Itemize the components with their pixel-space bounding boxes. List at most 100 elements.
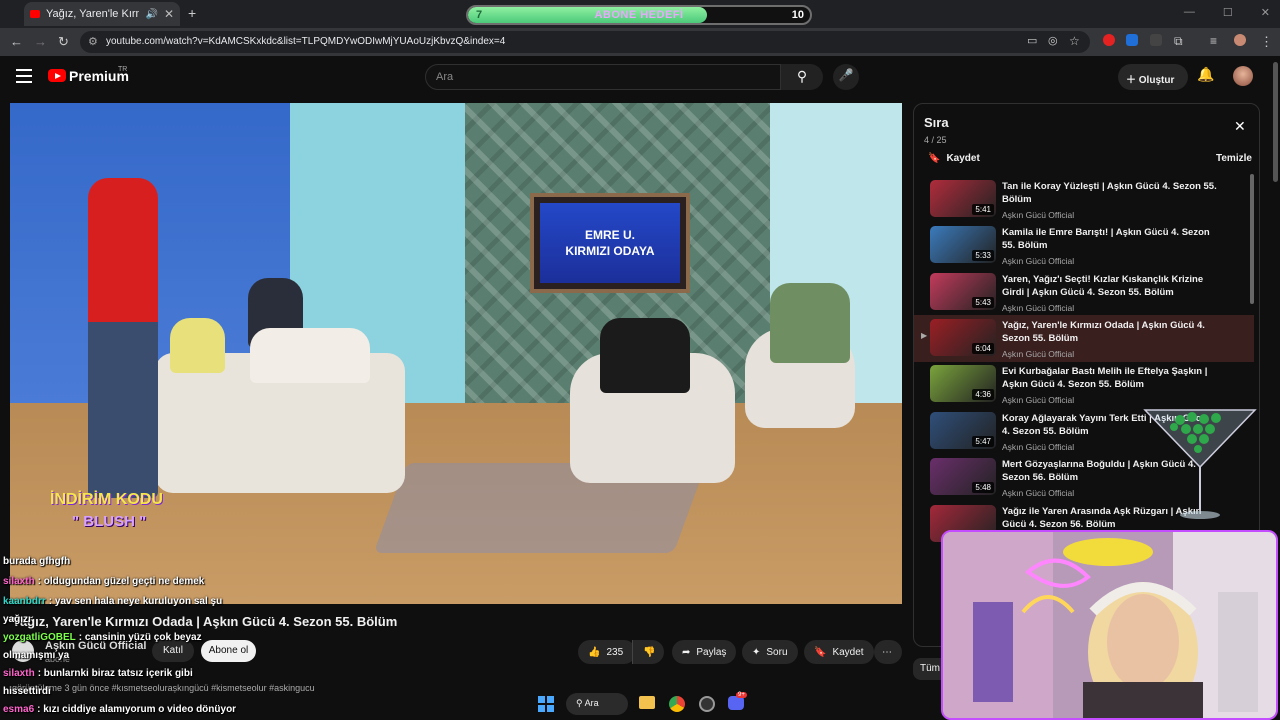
queue-save-button[interactable]: 🔖 Kaydet	[928, 153, 980, 164]
extension-dark-icon[interactable]	[1150, 34, 1162, 46]
extension-red-icon[interactable]	[1103, 34, 1115, 46]
webcam-scene	[943, 532, 1276, 718]
chrome-icon[interactable]	[669, 696, 685, 712]
maximize-icon[interactable]: ☐	[1223, 6, 1233, 19]
discord-icon[interactable]	[728, 696, 744, 710]
martini-overlay-icon	[1143, 409, 1257, 519]
chat-username: yozgatliGOBEL	[3, 632, 76, 643]
scene-person-white	[250, 328, 370, 383]
bookmark-icon: 🔖	[928, 153, 941, 164]
queue-item-duration: 5:43	[972, 297, 994, 308]
queue-item-thumbnail[interactable]: 5:43	[930, 273, 996, 310]
tv-text-line1: EMRE U.	[584, 228, 635, 242]
address-bar[interactable]: ⚙ youtube.com/watch?v=KdAMCSKxkdc&list=T…	[80, 31, 1090, 53]
queue-item-title[interactable]: Yağız, Yaren'le Kırmızı Odada | Aşkın Gü…	[1002, 319, 1217, 345]
chat-text: : cansinin yüzü çok beyaz	[78, 632, 202, 643]
queue-item-thumbnail[interactable]: 5:47	[930, 412, 996, 449]
save-button[interactable]: 🔖 Kaydet	[804, 640, 874, 664]
queue-item-channel: Aşkın Gücü Official	[1002, 442, 1075, 452]
promo-code-value: " BLUSH "	[72, 513, 147, 530]
chat-text: : bunlarnki biraz tatsız içerik gibi	[37, 668, 193, 679]
queue-item[interactable]: 5:43 Yaren, Yağız'ı Seçti! Kızlar Kıskanç…	[914, 269, 1254, 316]
goal-label: ABONE HEDEFİ	[594, 9, 684, 21]
scene-person-patterned	[770, 283, 850, 363]
queue-item-thumbnail[interactable]: 5:41	[930, 180, 996, 217]
hamburger-menu-icon[interactable]	[16, 69, 32, 87]
chat-message: yağızı	[3, 614, 31, 625]
app-icon[interactable]	[699, 696, 715, 712]
new-tab-button[interactable]: +	[188, 5, 196, 21]
file-explorer-icon[interactable]	[639, 696, 655, 709]
notifications-bell-icon[interactable]: 🔔	[1197, 66, 1214, 83]
queue-save-label: Kaydet	[946, 153, 980, 164]
microphone-icon[interactable]: 🎤	[833, 64, 859, 90]
bookmark-icon: 🔖	[814, 646, 827, 658]
close-window-icon[interactable]: ✕	[1261, 6, 1270, 19]
close-icon[interactable]: ✕	[1234, 118, 1246, 135]
scene-person-standing	[88, 178, 158, 498]
create-label: Oluştur	[1138, 75, 1175, 86]
youtube-logo-icon[interactable]	[48, 69, 66, 82]
search-icon[interactable]: ⚲	[781, 64, 823, 90]
tv-text-line2: KIRMIZI ODAYA	[565, 244, 655, 258]
profile-avatar-icon[interactable]	[1234, 34, 1246, 46]
audio-icon[interactable]: 🔊	[145, 9, 157, 20]
create-button[interactable]: ＋ Oluştur	[1118, 64, 1188, 90]
queue-item-title[interactable]: Yaren, Yağız'ı Seçti! Kızlar Kıskançlık …	[1002, 273, 1217, 299]
search-icon: ⚲	[576, 698, 585, 708]
chat-message: kaanbdrr: yav sen hala neye kuruluyon sa…	[3, 596, 222, 607]
back-icon[interactable]: ←	[10, 34, 23, 49]
tab-close-icon[interactable]: ✕	[164, 7, 174, 21]
windows-taskbar	[0, 690, 940, 720]
queue-item-thumbnail[interactable]: 6:04	[930, 319, 996, 356]
queue-scrollbar[interactable]	[1250, 174, 1254, 304]
streamer-webcam	[941, 530, 1278, 720]
forward-icon[interactable]: →	[34, 34, 47, 49]
video-player[interactable]: EMRE U. KIRMIZI ODAYA İNDİRİM KODU " BLU…	[10, 103, 902, 604]
reading-list-icon[interactable]: ≡	[1210, 34, 1217, 48]
site-info-icon[interactable]: ⚙	[88, 35, 98, 48]
queue-clear-button[interactable]: Temizle	[1216, 153, 1252, 164]
windows-start-icon[interactable]	[538, 696, 554, 712]
queue-item[interactable]: 5:33 Kamila ile Emre Barıştı! | Aşkın Güc…	[914, 222, 1254, 269]
plus-icon: ＋	[1126, 75, 1139, 86]
queue-item-title[interactable]: Evi Kurbağalar Bastı Melih ile Eftelya Ş…	[1002, 365, 1217, 391]
like-count: 235	[606, 646, 624, 658]
user-avatar[interactable]	[1233, 66, 1253, 86]
queue-item-channel: Aşkın Gücü Official	[1002, 256, 1075, 266]
chat-text: : oldugundan güzel geçti ne demek	[37, 576, 205, 587]
queue-item-duration: 6:04	[972, 343, 994, 354]
queue-item-title[interactable]: Kamila ile Emre Barıştı! | Aşkın Gücü 4.…	[1002, 226, 1217, 252]
dislike-button[interactable]: 👎	[632, 640, 664, 664]
chat-message: silaxth: bunlarnki biraz tatsız içerik g…	[3, 668, 193, 679]
queue-item[interactable]: 5:41 Tan ile Koray Yüzleşti | Aşkın Gücü …	[914, 176, 1254, 223]
chat-message: yozgatliGOBEL: cansinin yüzü çok beyaz	[3, 632, 202, 643]
queue-item[interactable]: 4:36 Evi Kurbağalar Bastı Melih ile Eftel…	[914, 361, 1254, 408]
chat-message: silaxth: oldugundan güzel geçti ne demek	[3, 576, 204, 587]
page-scrollbar[interactable]	[1273, 62, 1278, 182]
eye-off-icon[interactable]: ◎	[1048, 34, 1058, 47]
scene-person-yellow	[170, 318, 225, 373]
search-input[interactable]: Ara	[425, 64, 781, 90]
reload-icon[interactable]: ↻	[58, 34, 69, 50]
browser-tab[interactable]: Yağız, Yaren'le Kırmızı Odad 🔊 ✕	[24, 2, 180, 26]
queue-title: Sıra	[924, 115, 949, 130]
minimize-icon[interactable]: —	[1184, 6, 1195, 19]
browser-menu-icon[interactable]: ⋮	[1260, 34, 1273, 50]
chat-username: kaanbdrr	[3, 596, 46, 607]
extension-blue-icon[interactable]	[1126, 34, 1138, 46]
queue-item[interactable]: ▶ 6:04 Yağız, Yaren'le Kırmızı Odada | Aşk…	[914, 315, 1254, 362]
share-button[interactable]: ➦ Paylaş	[672, 640, 737, 664]
cast-icon[interactable]: ▭	[1027, 34, 1037, 47]
region-code: TR	[118, 66, 128, 73]
bookmark-star-icon[interactable]: ☆	[1069, 34, 1080, 48]
queue-item-thumbnail[interactable]: 5:48	[930, 458, 996, 495]
queue-item-thumbnail[interactable]: 5:33	[930, 226, 996, 263]
more-actions-icon[interactable]: ⋯	[874, 640, 902, 664]
like-button[interactable]: 👍 235	[578, 640, 636, 664]
ask-button[interactable]: ✦ Soru	[742, 640, 798, 664]
taskbar-search[interactable]: ⚲ Ara	[566, 693, 628, 715]
queue-item-title[interactable]: Tan ile Koray Yüzleşti | Aşkın Gücü 4. S…	[1002, 180, 1217, 206]
extensions-puzzle-icon[interactable]: ⧉	[1174, 34, 1183, 49]
queue-item-thumbnail[interactable]: 4:36	[930, 365, 996, 402]
